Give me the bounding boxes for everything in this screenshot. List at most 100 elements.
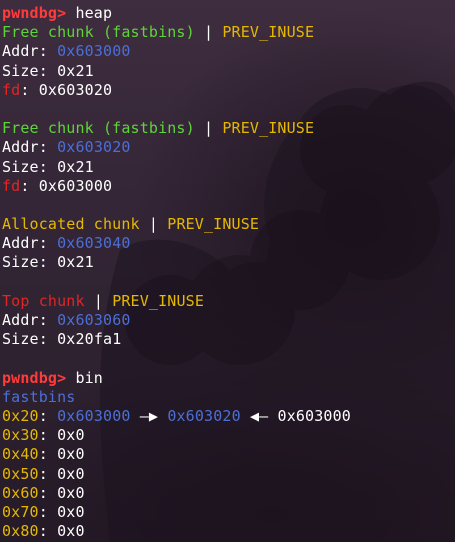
command-text: bin xyxy=(66,368,103,387)
chunk-addr-line: Addr: 0x603040 xyxy=(2,234,455,253)
bin-value: 0x0 xyxy=(57,483,85,502)
colon: : xyxy=(38,464,58,483)
colon: : xyxy=(38,157,58,176)
chunk-fd: 0x603000 xyxy=(38,176,113,195)
chunk-addr-line: Addr: 0x603060 xyxy=(2,311,455,330)
chunk-size: 0x21 xyxy=(57,61,94,80)
colon: : xyxy=(38,330,58,349)
chunk-title: Free chunk (fastbins) xyxy=(2,119,195,138)
chunk-header: Top chunk | PREV_INUSE xyxy=(2,292,455,311)
bin-value: 0x0 xyxy=(57,426,85,445)
separator: | xyxy=(194,119,223,138)
bin-size: 0x80 xyxy=(2,522,39,541)
chunk-size-line: Size: 0x21 xyxy=(2,253,455,272)
bin-value: 0x0 xyxy=(57,522,85,541)
chunk-size-line: Size: 0x20fa1 xyxy=(2,330,455,349)
prompt: pwndbg> xyxy=(2,368,67,387)
fastbin-entry: 0x30: 0x0 xyxy=(2,426,455,445)
chunk-addr: 0x603020 xyxy=(57,138,131,157)
chunk-title: Top chunk xyxy=(2,291,85,310)
colon: : xyxy=(38,253,58,272)
colon: : xyxy=(38,42,58,61)
chunk-fd: 0x603020 xyxy=(38,80,113,99)
fastbins-title: fastbins xyxy=(2,388,455,407)
bin-size: 0x30 xyxy=(2,426,39,445)
prompt: pwndbg> xyxy=(2,4,67,22)
chunk-addr: 0x603040 xyxy=(57,234,131,253)
bin-pointer-loop: 0x603000 xyxy=(277,406,351,425)
chunk-size: 0x20fa1 xyxy=(57,330,122,349)
chunk-header: Free chunk (fastbins) | PREV_INUSE xyxy=(2,23,455,42)
colon: : xyxy=(38,311,58,329)
chunk-header: Free chunk (fastbins) | PREV_INUSE xyxy=(2,119,455,138)
size-label: Size xyxy=(2,61,39,80)
size-label: Size xyxy=(2,253,39,272)
separator: | xyxy=(84,291,113,310)
colon: : xyxy=(38,426,58,445)
chunk-size-line: Size: 0x21 xyxy=(2,158,455,177)
size-label: Size xyxy=(2,330,39,349)
colon: : xyxy=(20,80,39,99)
prev-inuse-flag: PREV_INUSE xyxy=(112,291,204,310)
command-text: heap xyxy=(66,4,113,22)
bin-pointer: 0x603000 xyxy=(57,406,131,425)
chunk-addr: 0x603060 xyxy=(57,311,131,329)
left-arrow-icon: ◀— xyxy=(249,406,269,425)
colon: : xyxy=(38,502,58,521)
colon: : xyxy=(20,176,39,195)
fastbin-entry: 0x40: 0x0 xyxy=(2,445,455,464)
bin-command-line: pwndbg> bin xyxy=(2,369,455,388)
chunk-addr-line: Addr: 0x603020 xyxy=(2,138,455,157)
chunk-fd-line: fd: 0x603000 xyxy=(2,177,455,196)
fastbin-entry: 0x50: 0x0 xyxy=(2,465,455,484)
colon: : xyxy=(38,522,58,541)
colon: : xyxy=(38,406,58,425)
chunk-title: Free chunk (fastbins) xyxy=(2,23,195,42)
terminal-output: pwndbg> heap Free chunk (fastbins) | PRE… xyxy=(2,4,455,541)
chunk-size-line: Size: 0x21 xyxy=(2,62,455,81)
addr-label: Addr xyxy=(2,42,39,61)
addr-label: Addr xyxy=(2,311,39,329)
chunk-title: Allocated chunk xyxy=(2,215,140,234)
fastbin-entry: 0x80: 0x0 xyxy=(2,522,455,541)
addr-label: Addr xyxy=(2,234,39,253)
separator: | xyxy=(194,23,223,42)
prev-inuse-flag: PREV_INUSE xyxy=(222,119,315,138)
fd-label: fd xyxy=(2,176,21,195)
heap-command-line: pwndbg> heap xyxy=(2,4,455,23)
bin-size: 0x70 xyxy=(2,502,39,521)
prev-inuse-flag: PREV_INUSE xyxy=(222,23,315,42)
bin-value: 0x0 xyxy=(57,464,85,483)
colon: : xyxy=(38,483,58,502)
colon: : xyxy=(38,61,58,80)
bin-size: 0x60 xyxy=(2,483,39,502)
chunk-fd-line: fd: 0x603020 xyxy=(2,81,455,100)
chunk-size: 0x21 xyxy=(57,157,94,176)
bin-value: 0x0 xyxy=(57,502,85,521)
chunk-addr-line: Addr: 0x603000 xyxy=(2,42,455,61)
colon: : xyxy=(38,445,58,464)
size-label: Size xyxy=(2,157,39,176)
fd-label: fd xyxy=(2,80,21,99)
terminal-window[interactable]: pwndbg> heap Free chunk (fastbins) | PRE… xyxy=(0,0,455,542)
colon: : xyxy=(38,138,58,157)
chunk-addr: 0x603000 xyxy=(57,42,131,61)
fastbin-entry: 0x20: 0x603000 —▶ 0x603020 ◀— 0x603000 xyxy=(2,407,455,426)
addr-label: Addr xyxy=(2,138,39,157)
fastbins-label: fastbins xyxy=(2,387,76,406)
bin-value: 0x0 xyxy=(57,445,85,464)
bin-size: 0x20 xyxy=(2,406,39,425)
bin-size: 0x40 xyxy=(2,445,39,464)
bin-size: 0x50 xyxy=(2,464,39,483)
separator: | xyxy=(139,215,168,234)
fastbin-entry: 0x60: 0x0 xyxy=(2,484,455,503)
colon: : xyxy=(38,234,58,253)
bin-pointer: 0x603020 xyxy=(167,406,241,425)
